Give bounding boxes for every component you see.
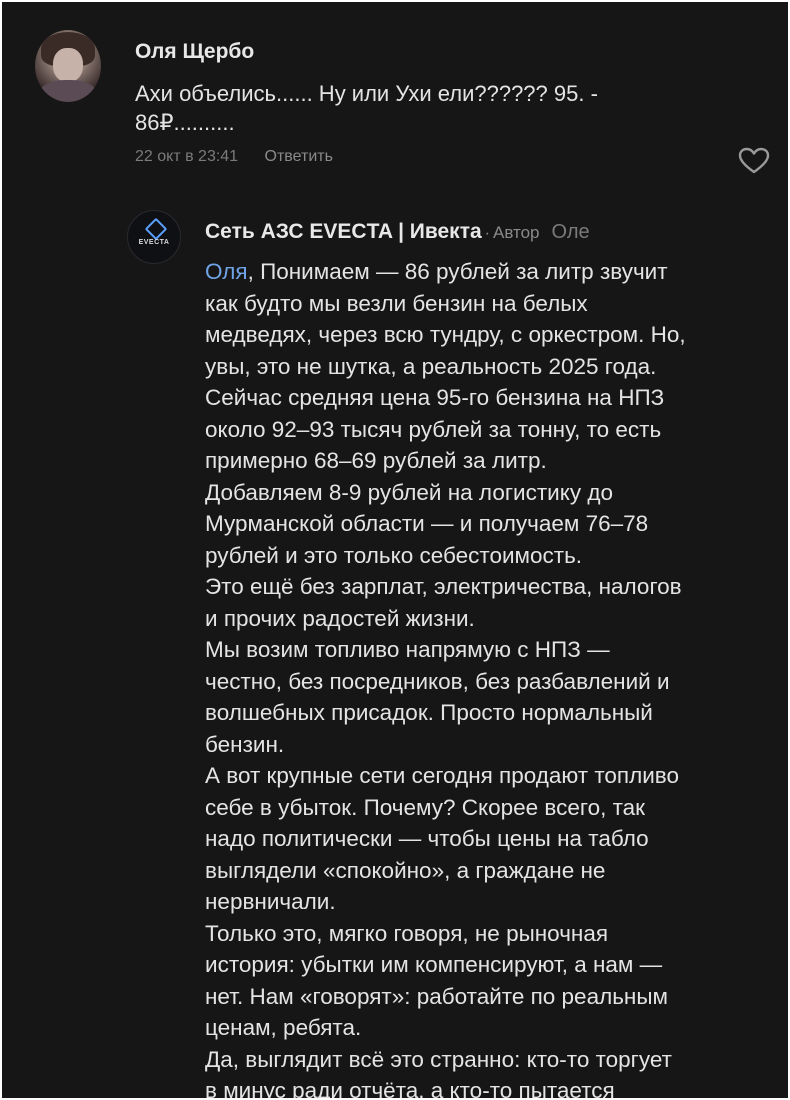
reply-text-line: честно, без посредников, без разбавлений…: [205, 668, 670, 694]
avatar-logo-text: EVECTA: [138, 239, 170, 246]
heart-outline-icon[interactable]: [738, 147, 770, 175]
reply-body: Оля, Понимаем — 86 рублей за литр звучит…: [205, 256, 775, 1098]
avatar[interactable]: [35, 30, 101, 102]
mention-link[interactable]: Оля: [205, 259, 248, 284]
reply-header: Сеть АЗС EVECTA | Ивекта · Автор Оле: [205, 220, 590, 244]
avatar-face: [53, 48, 83, 82]
reply-text-line: увы, это не шутка, а реальность 2025 год…: [205, 353, 657, 379]
reply-text-line: бензин.: [205, 731, 285, 757]
reply-text-line: Мы возим топливо напрямую с НПЗ —: [205, 637, 610, 662]
reply-text-line: около 92–93 тысяч рублей за тонну, то ес…: [205, 416, 662, 442]
separator-dot: ·: [484, 225, 490, 242]
reply-text-line: надо политически — чтобы цены на табло: [205, 826, 649, 851]
comments-screen: Оля Щербо Ахи объелись...... Ну или Ухи …: [2, 2, 788, 1098]
comment-author[interactable]: Оля Щербо: [135, 40, 254, 64]
reply-text-line: Мурманской области — и получаем 76–78: [205, 511, 649, 536]
comment-text-line: 86₽..........: [135, 110, 235, 135]
reply-text-line: примерно 68–69 рублей за литр.: [205, 448, 547, 473]
comment-text-line: Ахи объелись...... Ну или Ухи ели?????? …: [135, 81, 598, 106]
reply-text-line: и прочих радостей жизни.: [205, 605, 475, 631]
reply-text-line: Сейчас средняя цена 95-го бензина на НПЗ: [205, 385, 665, 410]
reply-text-line: нет. Нам «говорят»: работайте по реальны…: [205, 983, 668, 1009]
reply-text-line: нервничали.: [205, 889, 336, 914]
reply-text-line: Это ещё без зарплат, электричества, нало…: [205, 574, 682, 599]
reply-text-line: себе в убыток. Почему? Скорее всего, так: [205, 794, 646, 820]
comment-meta: 22 окт в 23:41 Ответить: [135, 148, 333, 166]
reply-text-line: А вот крупные сети сегодня продают топли…: [205, 763, 680, 788]
comment-text: Ахи объелись...... Ну или Ухи ели?????? …: [135, 79, 695, 137]
author-badge: Автор: [493, 223, 540, 242]
reply-text-line: медведях, через всю тундру, с оркестром.…: [205, 322, 686, 347]
reply-avatar[interactable]: EVECTA: [127, 210, 181, 264]
reply-to-label[interactable]: Оле: [552, 221, 590, 243]
reply-text-line: Да, выглядит всё это странно: кто-то тор…: [205, 1046, 672, 1072]
reply-author[interactable]: Сеть АЗС EVECTA | Ивекта: [205, 220, 482, 243]
evecta-logo-icon: [144, 217, 168, 241]
reply-text-line: выглядели «спокойно», а граждане не: [205, 857, 606, 883]
reply-text-line: волшебных присадок. Просто нормальный: [205, 700, 653, 725]
reply-text-line: рублей и это только себестоимость.: [205, 542, 583, 568]
reply-text-fragment: , Понимаем — 86 рублей за литр звучит: [247, 259, 668, 284]
reply-text-line: история: убытки им компенсируют, а нам —: [205, 952, 663, 977]
avatar-body: [39, 80, 97, 102]
reply-button[interactable]: Ответить: [265, 148, 333, 166]
reply-text-line: Оля, Понимаем — 86 рублей за литр звучит: [205, 256, 775, 288]
comment-timestamp[interactable]: 22 окт в 23:41: [135, 148, 238, 166]
reply-text-line: ценам, ребята.: [205, 1015, 362, 1040]
reply-text-line: как будто мы везли бензин на белых: [205, 290, 588, 316]
reply-text-line: в минус ради отчёта, а кто-то пытается: [205, 1078, 615, 1098]
reply-text-line: Только это, мягко говоря, не рыночная: [205, 920, 609, 946]
reply-text-line: Добавляем 8-9 рублей на логистику до: [205, 479, 613, 505]
comment-top: Оля Щербо Ахи объелись...... Ну или Ухи …: [2, 2, 788, 192]
